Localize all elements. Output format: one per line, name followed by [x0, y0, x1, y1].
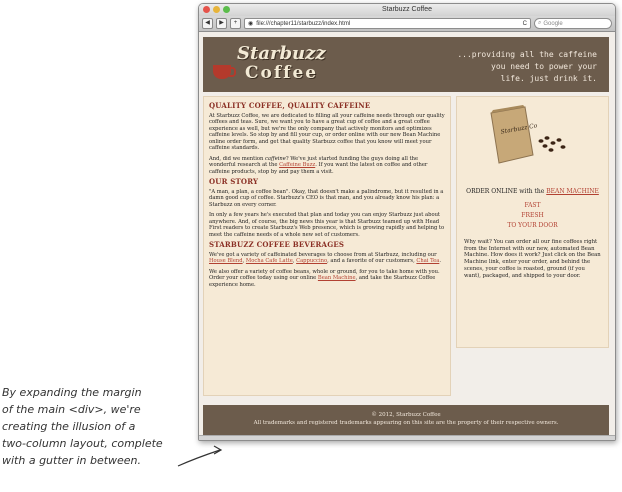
- annotation-note: By expanding the margin of the main <div…: [2, 384, 192, 469]
- forward-button[interactable]: ▶: [216, 18, 227, 29]
- chai-tea-link[interactable]: Chai Tea: [416, 258, 439, 264]
- house-blend-link[interactable]: House Blend: [209, 258, 243, 264]
- annotation-arrow-icon: [177, 445, 223, 467]
- trademark-line: All trademarks and registered trademarks…: [253, 420, 559, 426]
- tagline-line-1: ...providing all the caffeine: [457, 50, 597, 59]
- feature-to-door: TO YOUR DOOR: [507, 222, 558, 229]
- intro-paragraph: At Starbuzz Coffee, we are dedicated to …: [209, 112, 445, 152]
- search-field[interactable]: ⌕ Google: [534, 18, 612, 29]
- search-placeholder: Google: [543, 20, 563, 27]
- window-controls: [203, 6, 230, 13]
- back-button[interactable]: ◀: [202, 18, 213, 29]
- url-text: file:///chapter11/starbuzz/index.html: [256, 20, 351, 27]
- order-online-line: ORDER ONLINE with the BEAN MACHINE: [466, 188, 599, 195]
- copyright-line: © 2012, Starbuzz Coffee: [371, 412, 441, 418]
- main-column: QUALITY COFFEE, QUALITY CAFFEINE At Star…: [203, 96, 451, 396]
- feature-fast: FAST: [524, 202, 541, 209]
- annotation-line-2: of the main <div>, we're: [2, 403, 141, 416]
- sidebar-description: Why wait? You can order all our fine cof…: [464, 239, 601, 279]
- sidebar: Starbuzz Coffee ORDER ONLINE with the BE…: [456, 96, 609, 348]
- tagline-line-2: you need to power your: [491, 62, 597, 71]
- bean-machine-link[interactable]: Bean Machine: [318, 275, 356, 281]
- coffee-bag-image: Starbuzz Coffee: [490, 105, 537, 164]
- mocha-cafe-latte-link[interactable]: Mocha Cafe Latte: [246, 258, 293, 264]
- beans-paragraph: We also offer a variety of coffee beans,…: [209, 268, 440, 288]
- beverages-paragraph: We've got a variety of caffeinated bever…: [209, 251, 441, 265]
- address-bar[interactable]: ◉ file:///chapter11/starbuzz/index.html …: [244, 18, 531, 29]
- close-window-button[interactable]: [203, 6, 210, 13]
- caffeine-buzz-link[interactable]: Caffeine Buzz: [279, 162, 315, 168]
- caffeine-paragraph: And, did we mention caffeine? We've just…: [209, 155, 428, 175]
- logo-word-starbuzz: Starbuzz: [237, 43, 326, 64]
- add-bookmark-button[interactable]: +: [230, 18, 241, 29]
- order-features: FAST FRESH TO YOUR DOOR: [457, 201, 608, 231]
- tagline-line-3: life. just drink it.: [500, 74, 597, 83]
- tagline: ...providing all the caffeine you need t…: [447, 49, 597, 85]
- maximize-window-button[interactable]: [223, 6, 230, 13]
- horizontal-scrollbar[interactable]: [199, 435, 615, 440]
- annotation-line-1: By expanding the margin: [2, 386, 142, 399]
- annotation-line-5: with a gutter in between.: [2, 454, 142, 467]
- annotation-line-3: creating the illusion of a: [2, 420, 136, 433]
- browser-window: Starbuzz Coffee ◀ ▶ + ◉ file:///chapter1…: [198, 3, 616, 441]
- coffee-beans-image: [538, 136, 566, 152]
- reload-icon[interactable]: C: [523, 21, 527, 27]
- title-bar: Starbuzz Coffee: [199, 4, 615, 16]
- site-footer: © 2012, Starbuzz Coffee All trademarks a…: [203, 405, 609, 435]
- starbuzz-logo[interactable]: Starbuzz Coffee: [213, 43, 326, 87]
- window-title: Starbuzz Coffee: [381, 6, 433, 13]
- story-paragraph-2: In only a few years he's executed that p…: [209, 212, 445, 238]
- site-header: Starbuzz Coffee ...providing all the caf…: [203, 37, 609, 92]
- annotation-line-4: two-column layout, complete: [2, 437, 163, 450]
- page-viewport: Starbuzz Coffee ...providing all the caf…: [199, 33, 615, 440]
- heading-quality-coffee: QUALITY COFFEE, QUALITY CAFFEINE: [209, 101, 371, 110]
- heading-our-story: OUR STORY: [209, 177, 259, 186]
- cappuccino-link[interactable]: Cappuccino: [296, 258, 327, 264]
- logo-word-coffee: Coffee: [245, 63, 319, 83]
- teapot-icon: [213, 65, 236, 79]
- story-paragraph-1: "A man, a plan, a coffee bean". Okay, th…: [209, 188, 444, 208]
- minimize-window-button[interactable]: [213, 6, 220, 13]
- browser-toolbar: ◀ ▶ + ◉ file:///chapter11/starbuzz/index…: [199, 16, 615, 32]
- search-icon: ⌕: [538, 20, 542, 26]
- page-icon: ◉: [248, 21, 254, 27]
- heading-beverages: STARBUZZ COFFEE BEVERAGES: [209, 240, 345, 249]
- feature-fresh: FRESH: [521, 212, 544, 219]
- bean-machine-sidebar-link[interactable]: BEAN MACHINE: [546, 188, 599, 195]
